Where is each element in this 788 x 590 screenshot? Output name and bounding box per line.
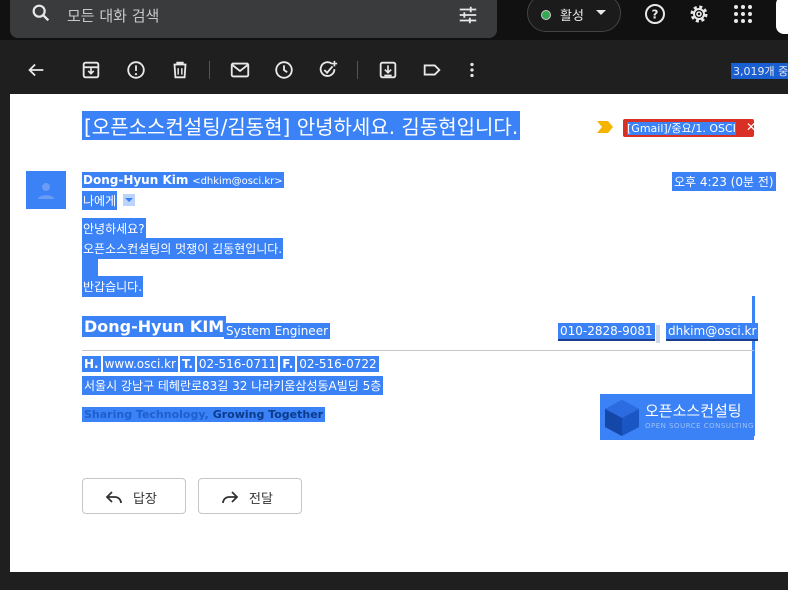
toolbar-divider [357,61,358,79]
tagline-part1: Sharing Technology, [84,408,209,421]
email-timestamp: 오후 4:23 (0분 전) [672,172,776,191]
add-task-icon[interactable] [317,59,339,81]
chevron-down-icon [596,10,606,15]
settings-gear-icon[interactable] [687,2,711,26]
remove-label-close-icon[interactable]: ✕ [746,120,756,134]
email-view: [오픈소스컨설팅/김동현] 안녕하세요. 김동현입니다. [Gmail]/중요/… [10,94,788,572]
more-options-icon[interactable] [461,59,483,81]
forward-label: 전달 [249,492,273,507]
body-line: 반갑습니다. [82,276,144,297]
signature-phone-link[interactable]: 010-2828-9081 [558,323,655,341]
signature-address: 서울시 강남구 테헤란로83길 32 나라키움삼성동A빌딩 5층 [82,376,384,395]
logo-text: 오픈소스컨설팅 [645,402,742,420]
status-selector[interactable]: 활성 [527,0,621,32]
svg-text:?: ? [652,8,659,22]
recipient-details-dropdown[interactable] [123,194,135,206]
report-spam-icon[interactable] [125,59,147,81]
sender-avatar[interactable] [26,171,66,209]
archive-icon[interactable] [80,59,102,81]
message-toolbar: 3,019개 중 [0,46,788,94]
help-icon[interactable]: ? [643,2,667,26]
label-chip[interactable]: [Gmail]/중요/1. OSCI [623,119,754,137]
company-logo-mark-icon [605,400,639,436]
sender-info[interactable]: Dong-Hyun Kim <dhkim@osci.kr> [82,172,284,188]
move-to-icon[interactable] [377,59,399,81]
forward-arrow-icon [222,491,239,504]
company-logo: 오픈소스컨설팅 OPEN SOURCE CONSULTING [600,394,754,440]
tel-label: T. [180,356,195,372]
status-dot [541,10,551,20]
logo-subtext: OPEN SOURCE CONSULTING [645,422,754,430]
forward-button[interactable]: 전달 [198,478,302,514]
tel-link[interactable]: 02-516-0711 [196,356,279,372]
toolbar-divider [209,61,210,79]
label-tag-icon[interactable] [421,59,443,81]
label-chip-text: [Gmail]/중요/1. OSCI [627,122,736,135]
signature-divider [82,350,754,351]
person-icon [38,183,54,199]
importance-marker-icon[interactable] [597,121,613,133]
fax-label: F. [280,356,296,372]
signature-title: System Engineer [224,323,331,339]
snooze-clock-icon[interactable] [273,59,295,81]
recipient-label: 나에게 [82,191,118,210]
back-arrow-icon[interactable] [25,59,47,81]
tagline-part2: Growing Together [212,408,324,421]
mark-unread-icon[interactable] [229,59,251,81]
signature-separator [656,325,660,343]
top-bar: 모든 대화 검색 활성 ? [0,0,788,40]
reply-button[interactable]: 답장 [82,478,186,514]
apps-grid-icon[interactable] [731,2,755,26]
body-blank-line [82,259,98,277]
body-line: 오픈소스컨설팅의 멋쟁이 김동현입니다. [82,238,284,259]
website-link[interactable]: www.osci.kr [102,356,178,372]
reply-label: 답장 [133,492,157,507]
fax-number: 02-516-0722 [297,356,379,372]
email-subject: [오픈소스컨설팅/김동현] 안녕하세요. 김동현입니다. [82,111,521,140]
search-icon[interactable] [30,2,52,24]
body-line: 안녕하세요? [82,218,146,239]
homepage-label: H. [82,356,101,372]
search-box[interactable]: 모든 대화 검색 [10,0,497,38]
signature-contact-line: H. www.osci.kr T. 02-516-0711 F. 02-516-0722 [82,356,379,372]
sender-name: Dong-Hyun Kim [83,173,189,187]
status-label: 활성 [560,9,584,24]
signature-name: Dong-Hyun KIM [82,316,227,337]
search-options-icon[interactable] [457,4,479,26]
delete-trash-icon[interactable] [169,59,191,81]
signature-tagline: Sharing Technology, Growing Together [82,407,326,422]
sender-email: <dhkim@osci.kr> [192,176,283,187]
profile-button[interactable] [776,0,788,34]
signature-email-link[interactable]: dhkim@osci.kr [666,323,759,341]
message-count: 3,019개 중 [731,63,788,79]
reply-arrow-icon [105,491,122,504]
search-input[interactable]: 모든 대화 검색 [67,5,159,26]
